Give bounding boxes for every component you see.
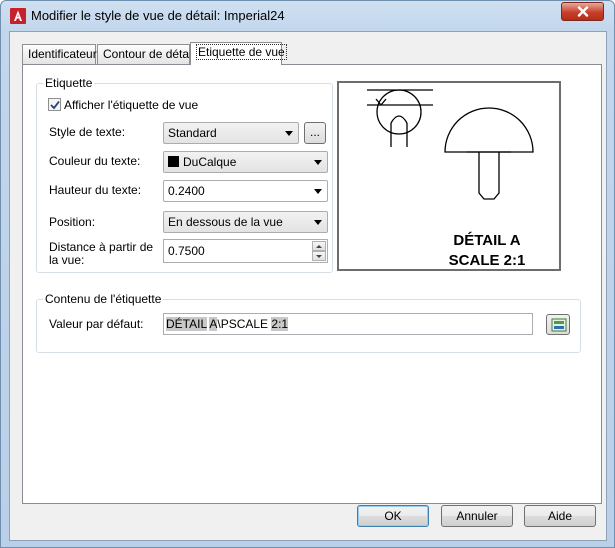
arrow-up-icon <box>316 245 322 248</box>
close-icon <box>577 6 588 17</box>
show-label-checkbox-label: Afficher l'étiquette de vue <box>64 98 199 112</box>
text-color-value: DuCalque <box>183 155 237 169</box>
field-token: 2:1 <box>271 317 289 331</box>
dialog-client-area: Identificateur Contour de détail Etiquet… <box>9 31 607 541</box>
distance-value: 0.7500 <box>168 244 205 258</box>
group-title: Contenu de l'étiquette <box>43 292 164 306</box>
text-style-select[interactable]: Standard <box>163 122 299 144</box>
color-swatch <box>168 156 179 167</box>
tab-label: Etiquette de vue <box>196 44 287 60</box>
field-token: DÉTAIL <box>166 317 207 331</box>
position-value: En dessous de la vue <box>168 215 283 229</box>
chevron-down-icon <box>314 160 322 165</box>
preview-line2: SCALE 2:1 <box>449 252 526 269</box>
tab-identificateur[interactable]: Identificateur <box>22 44 97 64</box>
text-color-select[interactable]: DuCalque <box>163 151 328 173</box>
label-preview: DÉTAIL A SCALE 2:1 <box>337 81 561 271</box>
cancel-button[interactable]: Annuler <box>441 505 513 527</box>
default-value-label: Valeur par défaut: <box>49 317 144 331</box>
default-value-field[interactable]: DÉTAIL A\PSCALE 2:1 <box>163 313 533 335</box>
tab-contour-de-detail[interactable]: Contour de détail <box>97 44 194 64</box>
etiquette-group: Etiquette Afficher l'étiquette de vue St… <box>36 76 333 273</box>
text-style-value: Standard <box>168 126 217 140</box>
tab-label: Identificateur <box>28 47 97 61</box>
preview-line1: DÉTAIL A <box>453 232 520 249</box>
text-color-label: Couleur du texte: <box>49 154 141 168</box>
text-height-value: 0.2400 <box>168 184 205 198</box>
tab-label: Contour de détail <box>103 47 195 61</box>
arrow-down-icon <box>316 255 322 258</box>
chevron-down-icon <box>285 131 293 136</box>
text-height-combo[interactable]: 0.2400 <box>163 180 328 202</box>
ok-button[interactable]: OK <box>357 505 429 527</box>
chevron-down-icon <box>314 189 322 194</box>
dialog-window: Modifier le style de vue de détail: Impe… <box>0 0 615 548</box>
spin-down-button[interactable] <box>312 251 326 261</box>
autocad-app-icon <box>10 8 26 24</box>
window-title: Modifier le style de vue de détail: Impe… <box>31 8 285 23</box>
tab-etiquette-de-vue[interactable]: Etiquette de vue <box>190 42 287 65</box>
close-button[interactable] <box>561 2 604 21</box>
checkmark-icon <box>50 100 60 110</box>
distance-label-line1: Distance à partir de <box>49 240 154 254</box>
distance-label-line2: la vue: <box>49 253 85 267</box>
title-bar[interactable]: Modifier le style de vue de détail: Impe… <box>1 1 614 31</box>
text-height-label: Hauteur du texte: <box>49 183 142 197</box>
show-label-checkbox[interactable] <box>48 98 61 111</box>
insert-field-icon <box>551 318 567 332</box>
chevron-down-icon <box>314 220 322 225</box>
insert-field-button[interactable] <box>546 314 570 335</box>
distance-spinner[interactable]: 0.7500 <box>163 239 328 263</box>
label-content-group: Contenu de l'étiquette Valeur par défaut… <box>36 292 581 353</box>
tab-panel-etiquette: Etiquette Afficher l'étiquette de vue St… <box>22 64 602 504</box>
help-button[interactable]: Aide <box>524 505 596 527</box>
position-label: Position: <box>49 215 96 229</box>
position-select[interactable]: En dessous de la vue <box>163 211 328 233</box>
text-style-label: Style de texte: <box>49 125 126 139</box>
literal-text: \PSCALE <box>217 317 269 331</box>
spin-up-button[interactable] <box>312 241 326 251</box>
text-style-browse-button[interactable]: ... <box>304 122 326 144</box>
group-title: Etiquette <box>43 76 95 90</box>
detail-preview-drawing: DÉTAIL A SCALE 2:1 <box>367 89 534 269</box>
